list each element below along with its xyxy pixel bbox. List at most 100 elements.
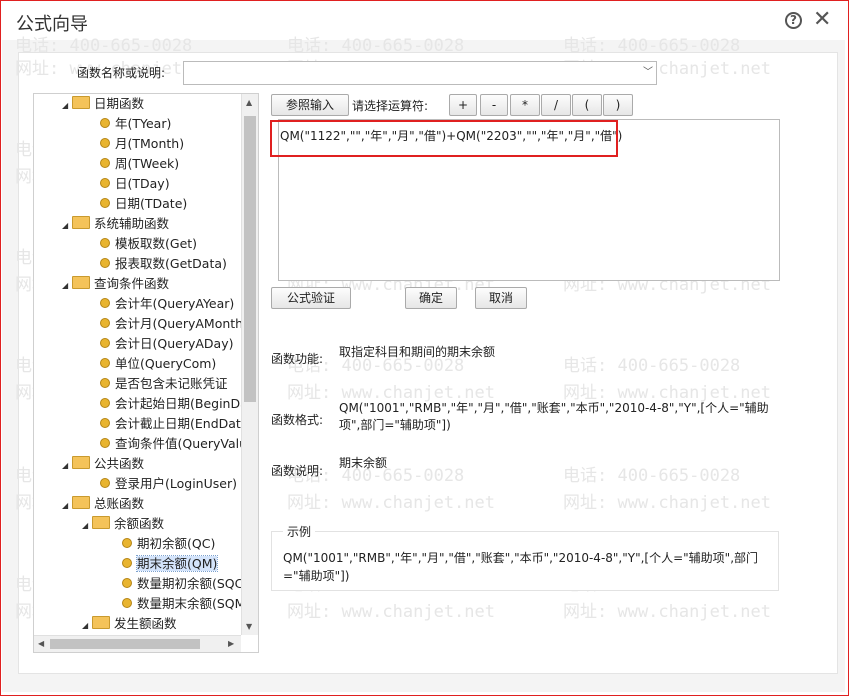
- expand-triangle-icon[interactable]: ◢: [62, 216, 72, 236]
- tree-item[interactable]: 周(TWeek): [100, 154, 179, 174]
- tree-item-label: 公共函数: [94, 456, 145, 471]
- tree-item[interactable]: 是否包含未记账凭证: [100, 374, 228, 394]
- tree-item-label: 查询条件值(QueryValue): [115, 436, 259, 451]
- tree-item[interactable]: 会计年(QueryAYear): [100, 294, 234, 314]
- tree-item-label: 报表取数(GetData): [115, 256, 227, 271]
- function-dot-icon: [100, 378, 110, 388]
- folder-icon: [72, 96, 90, 109]
- tree-item[interactable]: 会计起始日期(BeginDate): [100, 394, 259, 414]
- tree-folder[interactable]: ◢ 余额函数: [82, 514, 164, 534]
- tree-item[interactable]: 登录用户(LoginUser): [100, 474, 237, 494]
- scroll-right-icon[interactable]: ▶: [228, 639, 234, 648]
- tree-folder[interactable]: ◢ 查询条件函数: [62, 274, 169, 294]
- tree-item[interactable]: 模板取数(Get): [100, 234, 197, 254]
- expand-triangle-icon[interactable]: ◢: [62, 496, 72, 516]
- tree-item[interactable]: 日期(TDate): [100, 194, 187, 214]
- tree-item[interactable]: 数量期末余额(SQM): [122, 594, 250, 614]
- tree-item-label: 数量期初余额(SQC): [137, 576, 249, 591]
- tree-item[interactable]: 会计截止日期(EndDate): [100, 414, 253, 434]
- tree-item[interactable]: 期末余额(QM): [122, 554, 219, 574]
- folder-icon: [72, 456, 90, 469]
- description-value: 期末余额: [339, 456, 388, 470]
- example-text: QM("1001","RMB","年","月","借","账套","本币","2…: [283, 551, 759, 583]
- tree-item-label: 系统辅助函数: [94, 216, 170, 231]
- folder-icon: [72, 276, 90, 289]
- chevron-down-icon[interactable]: ﹀: [640, 62, 656, 84]
- folder-icon: [72, 496, 90, 509]
- tree-horizontal-scrollbar[interactable]: ◀ ▶: [34, 635, 241, 652]
- tree-item[interactable]: 会计月(QueryAMonth): [100, 314, 248, 334]
- watermark-site: 网址: www.chanjet.net: [287, 493, 495, 513]
- tree-item[interactable]: 查询条件值(QueryValue): [100, 434, 259, 454]
- format-value: QM("1001","RMB","年","月","借","账套","本币","2…: [339, 401, 769, 432]
- tree-item-label: 会计年(QueryAYear): [115, 296, 235, 311]
- close-icon[interactable]: ✕: [813, 8, 831, 32]
- tree-item-label: 会计月(QueryAMonth): [115, 316, 248, 331]
- expand-triangle-icon[interactable]: ◢: [62, 276, 72, 296]
- tree-folder[interactable]: ◢ 总账函数: [62, 494, 144, 514]
- tree-item-label: 日(TDay): [115, 176, 170, 191]
- folder-icon: [92, 616, 110, 629]
- format-label: 函数格式:: [271, 413, 324, 427]
- help-icon[interactable]: ?: [785, 12, 802, 29]
- watermark-phone: 电话: 400-665-0028: [563, 466, 741, 486]
- tree-vertical-scroll-thumb[interactable]: [244, 116, 256, 402]
- function-dot-icon: [100, 478, 110, 488]
- function-dot-icon: [100, 198, 110, 208]
- tree-item[interactable]: 期初余额(QC): [122, 534, 215, 554]
- expand-triangle-icon[interactable]: ◢: [62, 456, 72, 476]
- tree-item[interactable]: 数量期初余额(SQC): [122, 574, 248, 594]
- function-dot-icon: [100, 118, 110, 128]
- function-dot-icon: [100, 318, 110, 328]
- function-tree[interactable]: ◢ 发生额函数 数量期末余额(SQM) 数量期初余额(SQC) 期末余额(QM) 期初余额…: [33, 93, 259, 653]
- function-dot-icon: [122, 538, 132, 548]
- function-dot-icon: [100, 438, 110, 448]
- function-dot-icon: [100, 418, 110, 428]
- expand-triangle-icon[interactable]: ◢: [82, 616, 92, 636]
- search-combobox[interactable]: [183, 61, 657, 85]
- function-value: 取指定科目和期间的期末余额: [339, 345, 496, 359]
- tree-item[interactable]: 月(TMonth): [100, 134, 184, 154]
- operator-divide-button[interactable]: /: [541, 94, 571, 116]
- scroll-left-icon[interactable]: ◀: [38, 639, 44, 648]
- tree-item[interactable]: 报表取数(GetData): [100, 254, 227, 274]
- function-label: 函数功能:: [271, 352, 324, 366]
- example-title: 示例: [283, 523, 316, 540]
- tree-item[interactable]: 日(TDay): [100, 174, 170, 194]
- expand-triangle-icon[interactable]: ◢: [82, 516, 92, 536]
- tree-folder[interactable]: ◢ 日期函数: [62, 94, 144, 114]
- scroll-up-icon[interactable]: ▲: [246, 98, 252, 107]
- operator-minus-button[interactable]: -: [480, 94, 508, 116]
- tree-item-label: 单位(QueryCom): [115, 356, 217, 371]
- tree-item-label: 日期函数: [94, 96, 145, 111]
- ref-input-button[interactable]: 参照输入: [271, 94, 349, 116]
- operator-open-paren-button[interactable]: (: [572, 94, 602, 116]
- tree-item-label: 会计起始日期(BeginDate): [115, 396, 259, 411]
- scroll-down-icon[interactable]: ▼: [246, 622, 252, 631]
- operator-multiply-button[interactable]: *: [510, 94, 540, 116]
- tree-item-label: 是否包含未记账凭证: [115, 376, 228, 391]
- tree-item[interactable]: 年(TYear): [100, 114, 171, 134]
- verify-formula-button[interactable]: 公式验证: [271, 287, 351, 309]
- formula-wizard-dialog: 公式向导 ? ✕ 电话: 400-665-0028 电话: 400-665-00…: [2, 2, 845, 692]
- tree-folder[interactable]: ◢ 发生额函数: [82, 614, 177, 634]
- tree-item-label: 查询条件函数: [94, 276, 170, 291]
- cancel-button[interactable]: 取消: [475, 287, 527, 309]
- expand-triangle-icon[interactable]: ◢: [62, 96, 72, 116]
- tree-vertical-scrollbar[interactable]: ▲ ▼: [241, 94, 258, 635]
- tree-horizontal-scroll-thumb[interactable]: [50, 639, 200, 649]
- tree-folder[interactable]: ◢ 公共函数: [62, 454, 144, 474]
- tree-folder[interactable]: ◢ 系统辅助函数: [62, 214, 169, 234]
- tree-item-label: 登录用户(LoginUser): [115, 476, 237, 491]
- function-dot-icon: [122, 578, 132, 588]
- tree-item-label: 余额函数: [114, 516, 165, 531]
- tree-item[interactable]: 单位(QueryCom): [100, 354, 216, 374]
- watermark-site: 网址: www.chanjet.net: [563, 602, 771, 622]
- function-dot-icon: [122, 598, 132, 608]
- tree-item[interactable]: 会计日(QueryADay): [100, 334, 233, 354]
- operator-plus-button[interactable]: +: [449, 94, 477, 116]
- watermark-phone: 电话: 400-665-0028: [563, 356, 741, 376]
- ok-button[interactable]: 确定: [405, 287, 457, 309]
- operator-close-paren-button[interactable]: ): [603, 94, 633, 116]
- watermark-site: 网址: www.chanjet.net: [563, 493, 771, 513]
